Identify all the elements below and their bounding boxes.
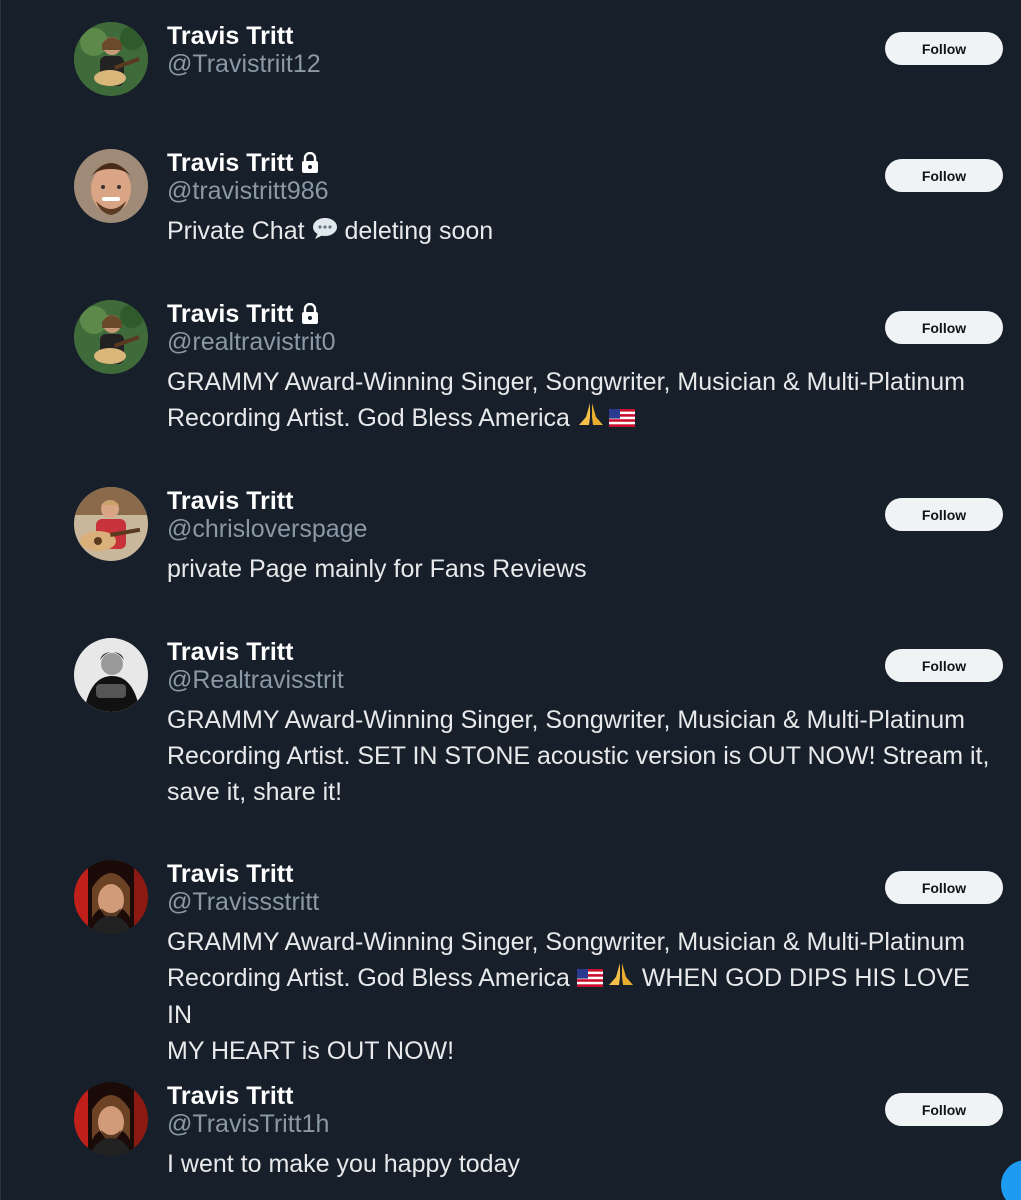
avatar[interactable] (74, 1082, 148, 1156)
user-handle[interactable]: @Travistriit12 (167, 50, 321, 79)
bio-line: Recording Artist. God Bless America WHEN… (167, 960, 997, 1033)
lock-icon (301, 151, 319, 174)
user-bio: GRAMMY Award-Winning Singer, Songwriter,… (167, 364, 997, 437)
speech-bubble-icon (312, 214, 338, 250)
bio-line: save it, share it! (167, 778, 343, 806)
bio-line: Recording Artist. SET IN STONE acoustic … (167, 742, 990, 770)
bio-line: GRAMMY Award-Winning Singer, Songwriter,… (167, 706, 965, 734)
bio-line: MY HEART is OUT NOW! (167, 1037, 455, 1066)
us-flag-icon (608, 401, 635, 437)
user-handle[interactable]: @realtravistrit0 (167, 328, 335, 357)
bio-text: Private Chat (167, 217, 312, 245)
bio-line: GRAMMY Award-Winning Singer, Songwriter,… (167, 368, 965, 396)
name-line: Travis Tritt (167, 20, 293, 52)
display-name[interactable]: Travis Tritt (167, 149, 293, 178)
user-bio: GRAMMY Award-Winning Singer, Songwriter,… (167, 924, 997, 1069)
display-name[interactable]: Travis Tritt (167, 638, 293, 667)
bio-text: deleting soon (337, 217, 494, 245)
praying-hands-icon (607, 961, 635, 997)
user-bio: private Page mainly for Fans Reviews (167, 555, 587, 583)
follow-button[interactable]: Follow (885, 871, 1003, 904)
display-name[interactable]: Travis Tritt (167, 1082, 293, 1111)
follow-button[interactable]: Follow (885, 498, 1003, 531)
avatar[interactable] (74, 22, 148, 96)
praying-hands-icon (577, 401, 605, 437)
bio-line: GRAMMY Award-Winning Singer, Songwriter,… (167, 928, 965, 956)
display-name[interactable]: Travis Tritt (167, 860, 293, 889)
display-name[interactable]: Travis Tritt (167, 487, 293, 516)
follow-button[interactable]: Follow (885, 311, 1003, 344)
display-name[interactable]: Travis Tritt (167, 22, 293, 51)
name-line: Travis Tritt (167, 147, 319, 179)
name-line: Travis Tritt (167, 636, 293, 668)
lock-icon (301, 302, 319, 325)
follow-button[interactable]: Follow (885, 32, 1003, 65)
display-name[interactable]: Travis Tritt (167, 300, 293, 329)
bio-text: Recording Artist. God Bless America (167, 964, 577, 992)
user-handle[interactable]: @chrisloverspage (167, 515, 367, 544)
name-line: Travis Tritt (167, 858, 293, 890)
user-handle[interactable]: @TravisTritt1h (167, 1110, 329, 1139)
user-bio: GRAMMY Award-Winning Singer, Songwriter,… (167, 702, 997, 810)
scroll-to-top-button[interactable] (1001, 1160, 1021, 1200)
follow-button[interactable]: Follow (885, 159, 1003, 192)
user-handle[interactable]: @Realtravisstrit (167, 666, 344, 695)
follow-button[interactable]: Follow (885, 1093, 1003, 1126)
user-handle[interactable]: @travistritt986 (167, 177, 329, 206)
bio-text: Recording Artist. God Bless America (167, 404, 577, 432)
follow-suggestions-list: Travis Tritt @Travistriit12 Follow Travi… (0, 0, 1021, 1200)
avatar[interactable] (74, 300, 148, 374)
bio-line: Recording Artist. God Bless America (167, 400, 997, 437)
user-bio: Private Chat deleting soon (167, 213, 997, 250)
user-bio: I went to make you happy today (167, 1150, 520, 1178)
follow-button[interactable]: Follow (885, 649, 1003, 682)
avatar[interactable] (74, 638, 148, 712)
avatar[interactable] (74, 860, 148, 934)
name-line: Travis Tritt (167, 485, 293, 517)
name-line: Travis Tritt (167, 298, 319, 330)
user-handle[interactable]: @Travissstritt (167, 888, 319, 917)
avatar[interactable] (74, 149, 148, 223)
avatar[interactable] (74, 487, 148, 561)
name-line: Travis Tritt (167, 1080, 293, 1112)
us-flag-icon (576, 961, 603, 997)
